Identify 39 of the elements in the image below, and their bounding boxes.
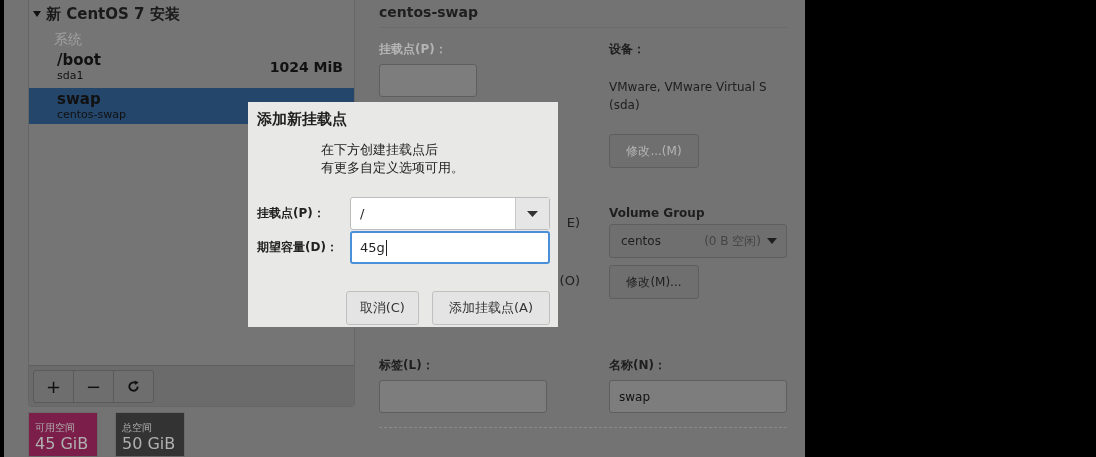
name-field[interactable]: swap xyxy=(609,380,787,413)
refresh-button[interactable] xyxy=(113,369,154,403)
cancel-button[interactable]: 取消(C) xyxy=(345,291,419,325)
dialog-message: 有更多自定义选项可用。 xyxy=(321,159,465,177)
mount-point-label: 挂载点(P)： xyxy=(257,205,326,222)
device-description: VMware, VMware Virtual S (sda) xyxy=(609,79,768,114)
capacity-input[interactable]: 45g xyxy=(350,231,550,264)
volume-group-label: Volume Group xyxy=(609,206,706,220)
capacity-label: 期望容量(D)： xyxy=(257,239,339,256)
device-label: 设备： xyxy=(609,41,646,58)
partition-device: sda1 xyxy=(57,68,85,83)
mount-point-label: 挂载点(P)： xyxy=(379,41,448,58)
mount-point-field[interactable] xyxy=(379,64,477,97)
dialog-message: 在下方创建挂载点后 xyxy=(321,141,439,159)
partition-item[interactable]: /boot sda1 1024 MiB xyxy=(29,49,354,85)
mount-point-combo[interactable]: / xyxy=(350,197,550,230)
partition-device: centos-swap xyxy=(57,107,126,122)
tag-field[interactable] xyxy=(379,380,547,413)
storage-label: 总空间 xyxy=(122,421,153,434)
modify-volume-group-button[interactable]: 修改(M)... xyxy=(609,265,699,299)
name-label: 名称(N)： xyxy=(609,357,667,374)
partition-title: centos-swap xyxy=(379,0,787,28)
partition-name: swap xyxy=(57,89,102,108)
tag-label: 标签(L)： xyxy=(379,357,435,374)
label-fragment: E) xyxy=(566,215,581,230)
partition-name: /boot xyxy=(57,50,101,69)
storage-label: 可用空间 xyxy=(35,421,76,434)
collapse-arrow-icon[interactable] xyxy=(32,9,42,19)
refresh-icon xyxy=(127,379,140,393)
label-fragment: (O) xyxy=(559,273,581,288)
install-header: 新 CentOS 7 安装 xyxy=(46,4,180,24)
remove-button[interactable]: − xyxy=(73,369,114,403)
dropdown-arrow-icon[interactable] xyxy=(527,210,538,217)
add-button[interactable]: + xyxy=(33,369,74,403)
storage-value: 50 GiB xyxy=(122,434,177,454)
storage-value: 45 GiB xyxy=(35,434,90,454)
dropdown-arrow-icon xyxy=(767,238,777,244)
add-mount-point-button[interactable]: 添加挂载点(A) xyxy=(431,291,550,325)
partition-size: 1024 MiB xyxy=(269,58,343,75)
